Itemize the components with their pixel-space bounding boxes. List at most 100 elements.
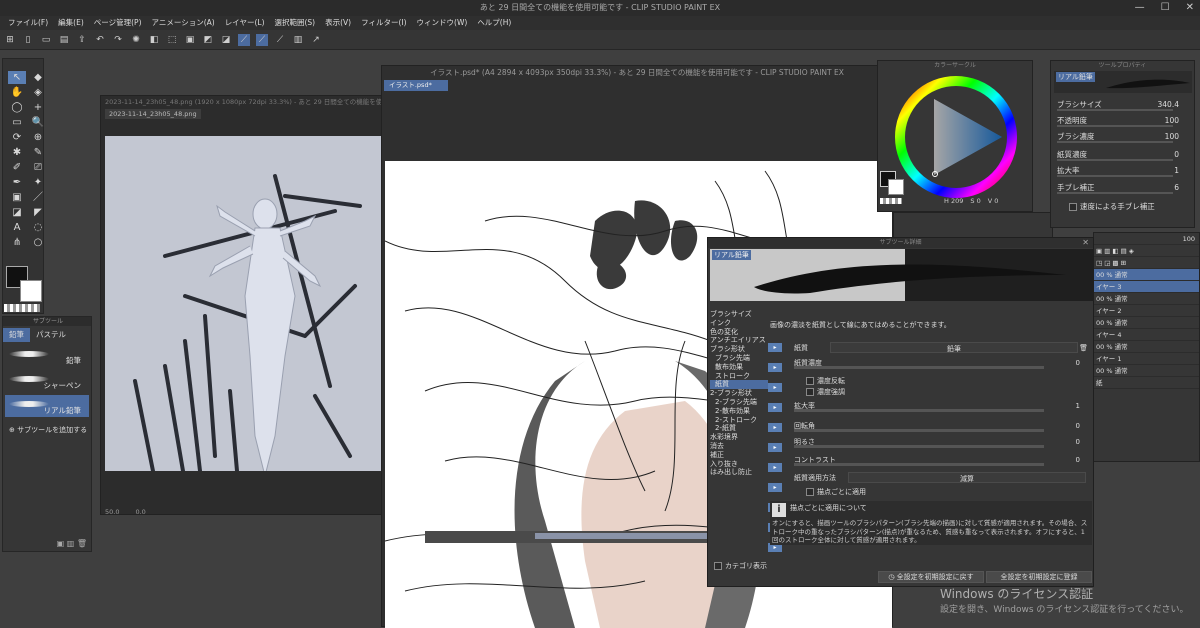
- chevron-right-icon[interactable]: ▸: [768, 443, 782, 452]
- emphasize-density-option[interactable]: 濃度強調: [806, 386, 1102, 398]
- checkbox[interactable]: [806, 488, 814, 496]
- category-item[interactable]: インク: [710, 319, 768, 328]
- move-tool-icon[interactable]: +: [29, 101, 47, 114]
- trash-icon[interactable]: 🗑: [1079, 342, 1088, 354]
- category-display-option[interactable]: カテゴリ表示: [714, 561, 767, 571]
- layer-toolbar[interactable]: ◳ ◲ ▩ ⊞: [1094, 257, 1199, 269]
- category-item[interactable]: 補正: [710, 451, 768, 460]
- settings-icon[interactable]: ✺: [130, 34, 142, 46]
- scale-value[interactable]: 1: [1174, 165, 1179, 177]
- eraser-tool-icon[interactable]: ◆: [29, 71, 47, 84]
- list-item[interactable]: イヤー 4: [1094, 329, 1199, 341]
- list-item[interactable]: 00 % 通常: [1094, 365, 1199, 377]
- brush-size-row[interactable]: ブラシサイズ 340.4: [1057, 99, 1189, 111]
- layer-toolbar[interactable]: ▣ ▥ ◧ ▤ ◈: [1094, 245, 1199, 257]
- category-item[interactable]: 散布効果: [710, 363, 768, 372]
- brightness-value[interactable]: 0: [1076, 436, 1080, 448]
- gradient-tool-icon[interactable]: ◤: [29, 206, 47, 219]
- category-item[interactable]: 2-紙質: [710, 424, 768, 433]
- ruler-snap-icon[interactable]: ⟋: [256, 33, 268, 46]
- checkbox[interactable]: [714, 562, 722, 570]
- menu-layer[interactable]: レイヤー(L): [225, 16, 265, 30]
- pencil-tool-icon[interactable]: ⎚: [29, 161, 47, 174]
- layer-opacity-value[interactable]: 100: [1183, 235, 1195, 243]
- lasso-tool-icon[interactable]: ◯: [8, 101, 26, 114]
- category-item[interactable]: 消去: [710, 442, 768, 451]
- menu-file[interactable]: ファイル(F): [8, 16, 48, 30]
- list-item[interactable]: 00 % 通常: [1094, 317, 1199, 329]
- exit-icon[interactable]: ↗: [310, 34, 322, 46]
- hue-ring[interactable]: [892, 73, 1020, 201]
- tab-pencil[interactable]: 鉛筆: [3, 328, 30, 342]
- fill-icon[interactable]: ◧: [148, 34, 160, 46]
- slider-track[interactable]: [794, 366, 1044, 369]
- category-item[interactable]: 2-散布効果: [710, 407, 768, 416]
- list-item[interactable]: イヤー 2: [1094, 305, 1199, 317]
- maximize-button[interactable]: ☐: [1161, 0, 1170, 16]
- chevron-right-icon[interactable]: ▸: [768, 383, 782, 392]
- doc-icon[interactable]: ▥: [292, 34, 304, 46]
- operation-tool-icon[interactable]: ↖: [8, 71, 26, 84]
- category-item-selected[interactable]: 紙質: [710, 380, 768, 390]
- selection-tool-icon[interactable]: ▭: [8, 116, 26, 129]
- brush-item-pencil[interactable]: 鉛筆: [5, 345, 89, 367]
- pen-tool-icon[interactable]: ✐: [8, 161, 26, 174]
- reference-image[interactable]: [105, 136, 382, 477]
- list-item[interactable]: イヤー 1: [1094, 353, 1199, 365]
- text-tool-icon[interactable]: A: [8, 221, 26, 234]
- undo-icon[interactable]: ↶: [94, 34, 106, 46]
- rotation-value[interactable]: 0: [1076, 420, 1080, 432]
- minimize-button[interactable]: —: [1135, 0, 1145, 16]
- stabilization-row[interactable]: 手ブレ補正 6: [1057, 182, 1189, 194]
- speed-stabilization-toggle[interactable]: 速度による手ブレ補正: [1069, 201, 1155, 212]
- chevron-right-icon[interactable]: ▸: [768, 403, 782, 412]
- close-icon[interactable]: ✕: [1082, 238, 1089, 248]
- slider-track[interactable]: [1057, 175, 1173, 177]
- menu-view[interactable]: 表示(V): [325, 16, 351, 30]
- category-item[interactable]: アンチエイリアス: [710, 336, 768, 345]
- figure-tool-icon[interactable]: ▣: [8, 191, 26, 204]
- brush-tool-icon[interactable]: ✒: [8, 176, 26, 189]
- scale-value[interactable]: 1: [1076, 400, 1080, 412]
- brightness-row[interactable]: 明るさ 0: [794, 436, 1090, 448]
- category-item[interactable]: 2-ブラシ形状: [710, 389, 768, 398]
- blend-tool-icon[interactable]: ○: [29, 236, 47, 249]
- app-icon[interactable]: ⊞: [4, 34, 16, 46]
- eyedropper-tool-icon[interactable]: ✎: [29, 146, 47, 159]
- checkbox[interactable]: [1069, 203, 1077, 211]
- paper-texture-selector[interactable]: 鉛筆: [830, 342, 1078, 353]
- slider-track[interactable]: [794, 429, 1044, 432]
- category-item[interactable]: ブラシ形状: [710, 345, 768, 354]
- balloon-tool-icon[interactable]: ◌: [29, 221, 47, 234]
- scale-row[interactable]: 拡大率 1: [1057, 165, 1189, 177]
- zoom-tool-icon[interactable]: 🔍: [29, 116, 47, 129]
- menu-filter[interactable]: フィルター(I): [361, 16, 406, 30]
- object-tool-icon[interactable]: ⊕: [29, 131, 47, 144]
- category-item[interactable]: ブラシ先端: [710, 354, 768, 363]
- list-item[interactable]: 00 % 通常: [1094, 293, 1199, 305]
- rotation-row[interactable]: 回転角 0: [794, 420, 1090, 432]
- contrast-value[interactable]: 0: [1076, 454, 1080, 466]
- transparent-swatch[interactable]: [880, 198, 902, 204]
- subtool-footer-icons[interactable]: ▣ ▥ 🗑: [57, 539, 87, 548]
- correct-line-tool-icon[interactable]: ⋔: [8, 236, 26, 249]
- select-icon[interactable]: ▣: [184, 34, 196, 46]
- sub-color-swatch[interactable]: [888, 179, 904, 195]
- slider-track[interactable]: [1057, 192, 1173, 194]
- transform-icon[interactable]: ⬚: [166, 34, 178, 46]
- apply-method-dropdown[interactable]: 減算: [848, 472, 1086, 483]
- main-canvas-tab[interactable]: イラスト.psd*: [384, 80, 448, 91]
- brush-item-mechanical-pencil[interactable]: シャーペン: [5, 370, 89, 392]
- checkbox[interactable]: [806, 388, 814, 396]
- chevron-right-icon[interactable]: ▸: [768, 363, 782, 372]
- category-item[interactable]: ブラシサイズ: [710, 310, 768, 319]
- slider-track[interactable]: [1057, 109, 1173, 111]
- menu-edit[interactable]: 編集(E): [58, 16, 84, 30]
- slider-track[interactable]: [794, 445, 1044, 448]
- invert-icon[interactable]: ◪: [220, 34, 232, 46]
- contrast-row[interactable]: コントラスト 0: [794, 454, 1090, 466]
- category-item[interactable]: 色の変化: [710, 328, 768, 337]
- register-defaults-button[interactable]: 全設定を初期設定に登録: [986, 571, 1092, 583]
- chevron-right-icon[interactable]: ▸: [768, 463, 782, 472]
- fill-tool-icon[interactable]: ◪: [8, 206, 26, 219]
